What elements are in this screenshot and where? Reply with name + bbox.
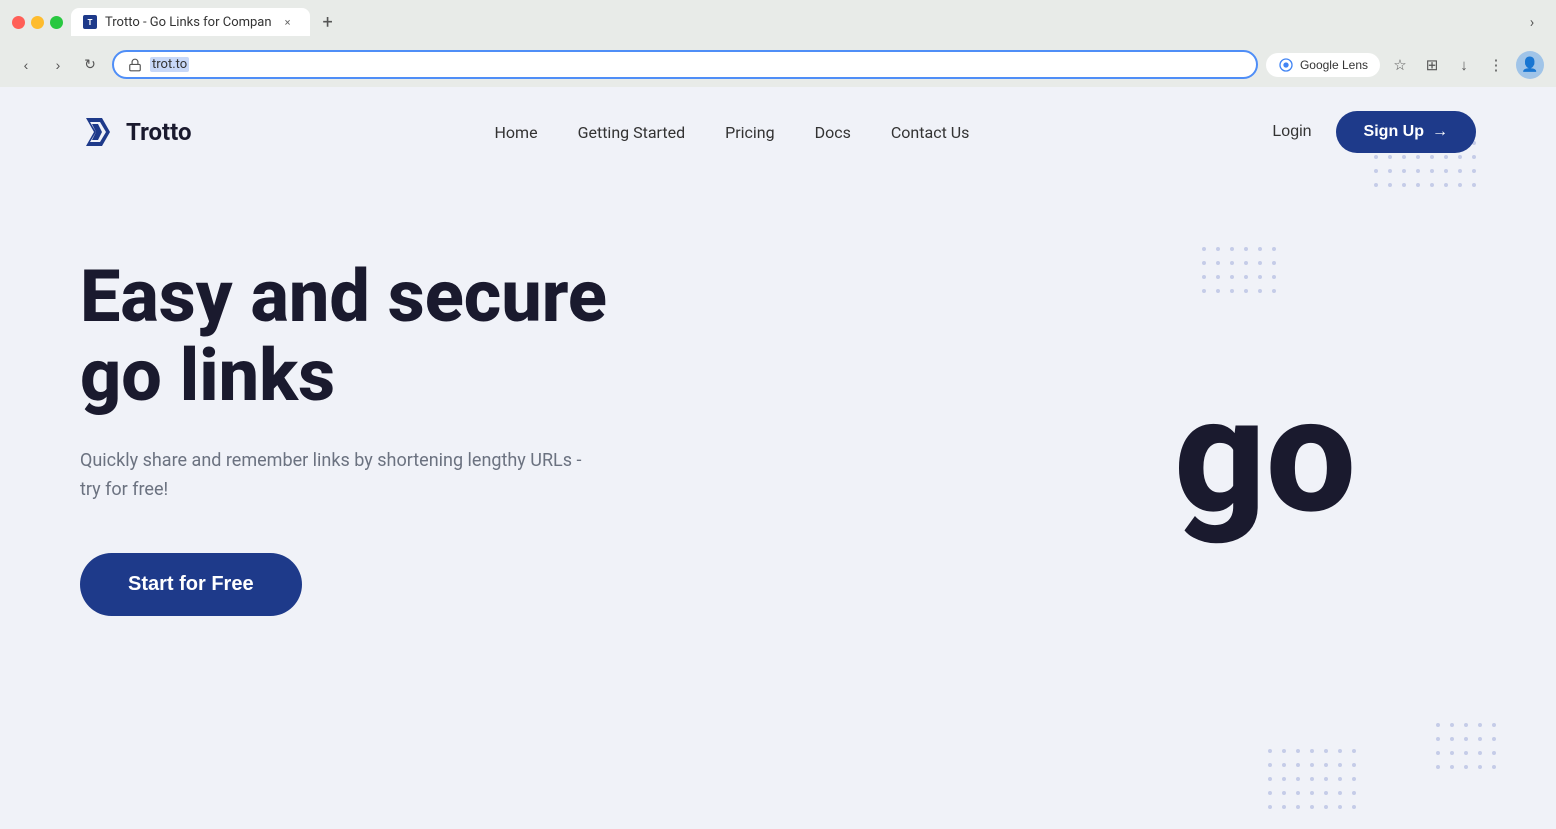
minimize-button[interactable]	[31, 16, 44, 29]
extension-icon[interactable]: ⊞	[1420, 53, 1444, 77]
nav-links: Home Getting Started Pricing Docs Contac…	[495, 123, 970, 142]
browser-nav-buttons: ‹ › ↻	[12, 51, 104, 79]
reload-button[interactable]: ↻	[76, 51, 104, 79]
google-lens-button[interactable]: Google Lens	[1266, 53, 1380, 77]
nav-home[interactable]: Home	[495, 123, 538, 142]
hero-heading: Easy and secure go links	[80, 257, 680, 415]
google-lens-icon	[1278, 57, 1294, 73]
tab-close-button[interactable]: ×	[280, 14, 296, 30]
maximize-button[interactable]	[50, 16, 63, 29]
nav-pricing[interactable]: Pricing	[725, 123, 775, 142]
big-go-text: go	[1174, 377, 1356, 537]
signup-arrow: →	[1432, 123, 1448, 141]
more-icon[interactable]: ⋮	[1484, 53, 1508, 77]
hero-heading-line2: go links	[80, 333, 335, 418]
new-tab-button[interactable]: +	[314, 8, 342, 36]
tab-bar: T Trotto - Go Links for Compan × +	[71, 8, 1512, 36]
traffic-lights	[12, 16, 63, 29]
signup-label: Sign Up	[1364, 123, 1424, 141]
dot-pattern-bottom-right	[1268, 749, 1356, 809]
dot-pattern-bottom-right2	[1436, 723, 1496, 769]
browser-chrome: T Trotto - Go Links for Compan × + › ‹ ›…	[0, 0, 1556, 87]
forward-button[interactable]: ›	[44, 51, 72, 79]
nav-docs[interactable]: Docs	[815, 123, 851, 142]
tab-favicon: T	[83, 15, 97, 29]
logo-icon	[80, 114, 116, 150]
browser-toolbar: ‹ › ↻ trot.to Google Lens ☆ ⊞ ↓ ⋮ 👤	[0, 44, 1556, 87]
close-button[interactable]	[12, 16, 25, 29]
downloads-icon[interactable]: ↓	[1452, 53, 1476, 77]
hero-text: Easy and secure go links Quickly share a…	[80, 257, 680, 616]
lock-icon	[128, 58, 142, 72]
toolbar-right: Google Lens ☆ ⊞ ↓ ⋮ 👤	[1266, 51, 1544, 79]
hero-section: Easy and secure go links Quickly share a…	[0, 177, 1556, 676]
google-lens-label: Google Lens	[1300, 58, 1368, 72]
nav-getting-started[interactable]: Getting Started	[578, 123, 686, 142]
back-button[interactable]: ‹	[12, 51, 40, 79]
address-bar[interactable]: trot.to	[112, 50, 1258, 79]
profile-button[interactable]: 👤	[1516, 51, 1544, 79]
logo[interactable]: Trotto	[80, 114, 192, 150]
tabs-menu-icon[interactable]: ›	[1520, 10, 1544, 34]
start-for-free-button[interactable]: Start for Free	[80, 553, 302, 616]
nav-contact[interactable]: Contact Us	[891, 123, 970, 142]
bookmark-icon[interactable]: ☆	[1388, 53, 1412, 77]
website-content: Trotto Home Getting Started Pricing Docs…	[0, 87, 1556, 829]
logo-text: Trotto	[126, 118, 192, 146]
nav-actions: Login Sign Up →	[1272, 111, 1476, 153]
hero-subtext: Quickly share and remember links by shor…	[80, 447, 600, 505]
main-nav: Trotto Home Getting Started Pricing Docs…	[0, 87, 1556, 177]
browser-titlebar: T Trotto - Go Links for Compan × + ›	[0, 0, 1556, 44]
login-button[interactable]: Login	[1272, 123, 1311, 141]
active-tab[interactable]: T Trotto - Go Links for Compan ×	[71, 8, 310, 36]
hero-heading-line1: Easy and secure	[80, 254, 607, 339]
address-text: trot.to	[150, 57, 189, 72]
tab-title: Trotto - Go Links for Compan	[105, 15, 272, 30]
signup-button[interactable]: Sign Up →	[1336, 111, 1476, 153]
